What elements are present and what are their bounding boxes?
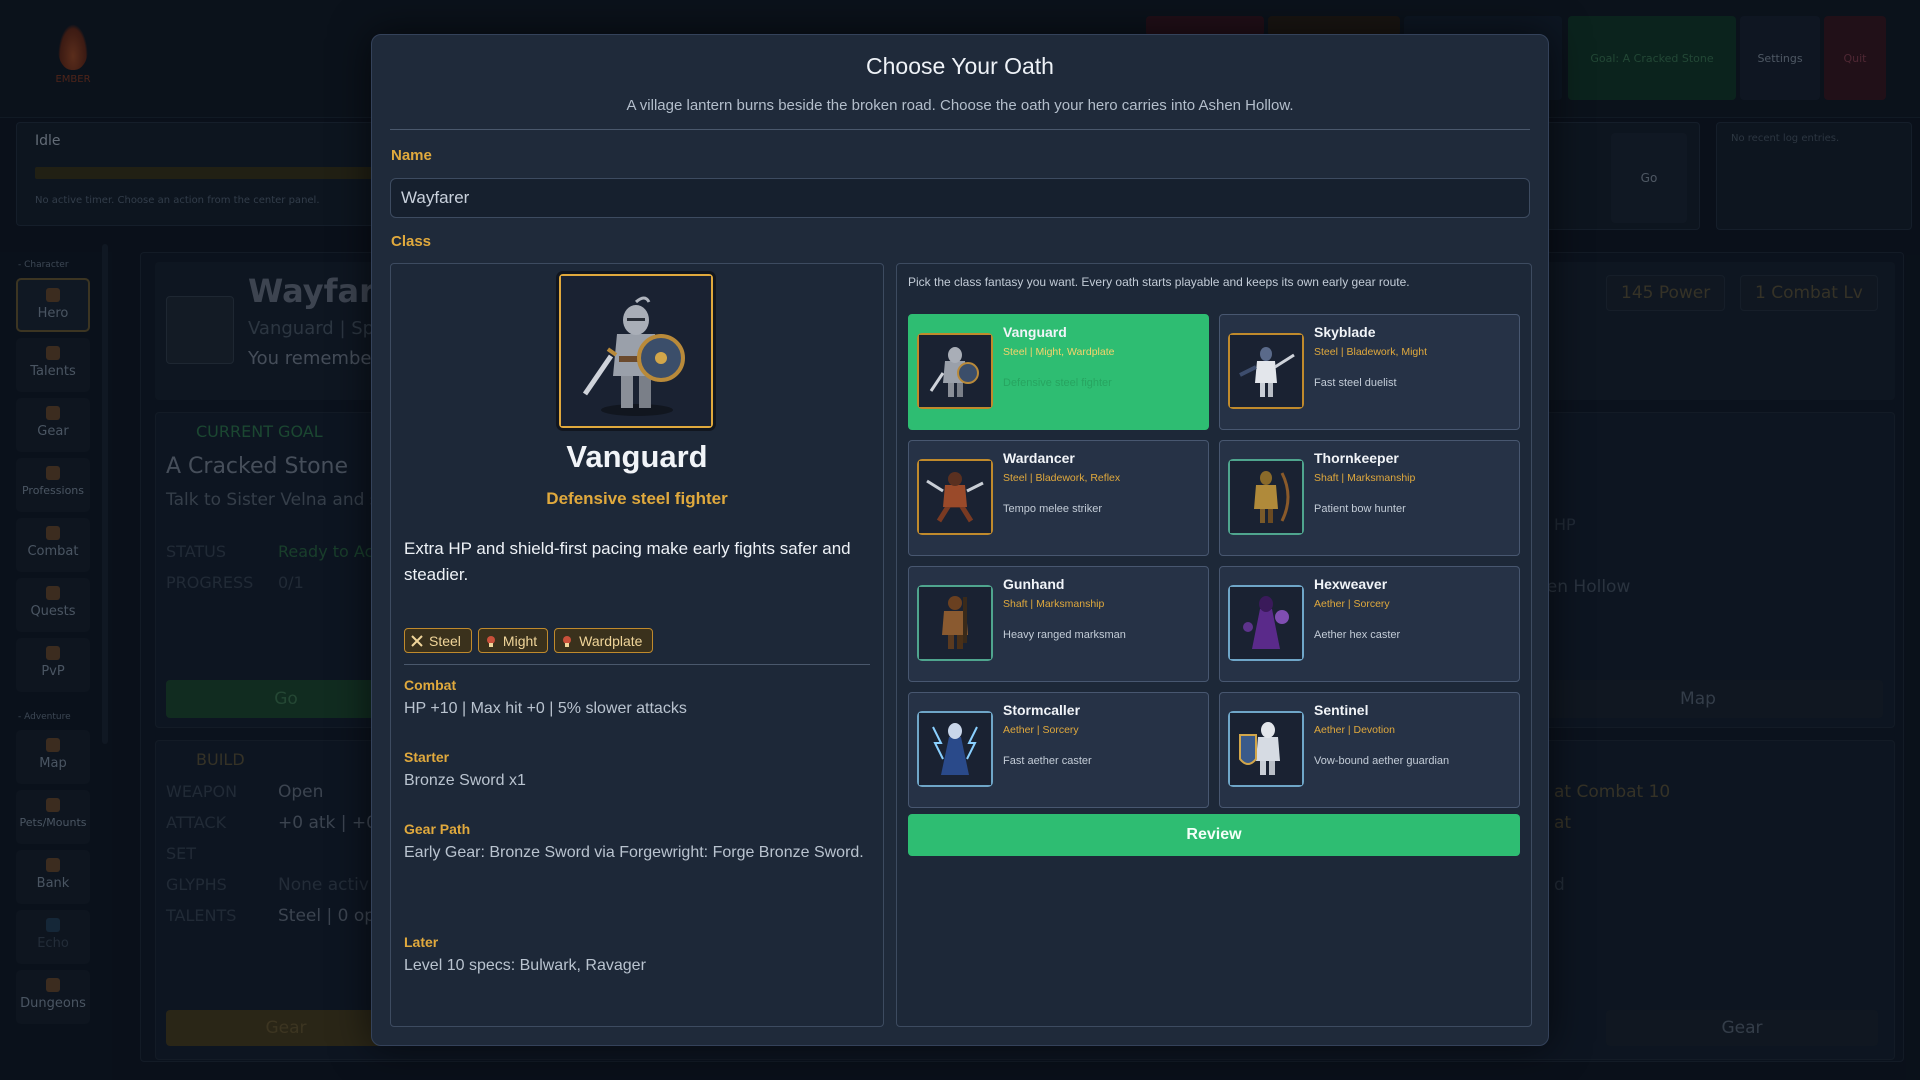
hexweaver-avatar <box>1228 585 1304 661</box>
modal-title: Choose Your Oath <box>866 53 1054 79</box>
class-card-hexweaver[interactable]: Hexweaver Aether | Sorcery Aether hex ca… <box>1219 566 1520 682</box>
class-name: Hexweaver <box>1314 576 1388 592</box>
storm-caster-icon <box>919 713 991 785</box>
chip-steel: Steel <box>404 628 472 653</box>
vanguard-portrait <box>559 274 713 428</box>
class-stats: Steel | Bladework, Reflex <box>1003 472 1121 484</box>
class-name: Stormcaller <box>1003 702 1081 718</box>
class-desc: Patient bow hunter <box>1314 503 1406 515</box>
knight-icon <box>919 335 991 407</box>
chip-might: Might <box>477 628 549 653</box>
class-stats: Shaft | Marksmanship <box>1314 472 1416 484</box>
detail-class-name: Vanguard <box>566 439 708 474</box>
class-stats: Steel | Bladework, Might <box>1314 346 1428 358</box>
name-input[interactable] <box>390 178 1530 218</box>
thornkeeper-avatar <box>1228 459 1304 535</box>
class-card-skyblade[interactable]: Skyblade Steel | Bladework, Might Fast s… <box>1219 314 1520 430</box>
class-detail-panel: Vanguard Defensive steel fighter Extra H… <box>390 263 884 1027</box>
class-name: Vanguard <box>1003 324 1067 340</box>
vanguard-avatar <box>917 333 993 409</box>
marksman-icon <box>919 587 991 659</box>
class-stats: Aether | Sorcery <box>1314 598 1390 610</box>
class-name: Gunhand <box>1003 576 1065 592</box>
name-label: Name <box>391 147 432 164</box>
class-stats: Aether | Devotion <box>1314 724 1395 736</box>
class-name: Sentinel <box>1314 702 1369 718</box>
modal-divider <box>390 129 1530 130</box>
gear-path-heading: Gear Path <box>404 821 471 837</box>
combat-text: HP +10 | Max hit +0 | 5% slower attacks <box>404 700 687 717</box>
class-stats: Steel | Might, Wardplate <box>1003 346 1115 358</box>
wardancer-avatar <box>917 459 993 535</box>
class-desc: Defensive steel fighter <box>1003 377 1112 389</box>
modal-subtitle: A village lantern burns beside the broke… <box>626 97 1294 114</box>
later-text: Level 10 specs: Bulwark, Ravager <box>404 957 646 974</box>
fist-icon <box>486 635 495 647</box>
class-desc: Tempo melee striker <box>1003 503 1103 515</box>
starter-text: Bronze Sword x1 <box>404 772 526 789</box>
skyblade-avatar <box>1228 333 1304 409</box>
hex-caster-icon <box>1230 587 1302 659</box>
class-desc: Heavy ranged marksman <box>1003 629 1126 641</box>
stormcaller-avatar <box>917 711 993 787</box>
class-grid-panel: Pick the class fantasy you want. Every o… <box>896 263 1532 1027</box>
class-stats: Aether | Sorcery <box>1003 724 1079 736</box>
gear-path-text: Early Gear: Bronze Sword via Forgewright… <box>404 844 864 861</box>
class-desc: Fast steel duelist <box>1314 377 1397 389</box>
class-label: Class <box>391 233 432 250</box>
review-button[interactable]: Review <box>908 814 1520 856</box>
class-desc: Aether hex caster <box>1314 629 1401 641</box>
chip-wardplate: Wardplate <box>554 628 654 653</box>
class-card-wardancer[interactable]: Wardancer Steel | Bladework, Reflex Temp… <box>908 440 1209 556</box>
detail-tagline: Defensive steel fighter <box>546 489 728 508</box>
class-card-vanguard[interactable]: Vanguard Steel | Might, Wardplate Defens… <box>908 314 1209 430</box>
combat-heading: Combat <box>404 677 457 693</box>
striker-icon <box>919 461 991 533</box>
class-desc: Vow-bound aether guardian <box>1314 755 1450 767</box>
class-card-stormcaller[interactable]: Stormcaller Aether | Sorcery Fast aether… <box>908 692 1209 808</box>
starter-heading: Starter <box>404 749 450 765</box>
trait-chips: Steel Might Wardplate <box>404 628 654 653</box>
class-name: Thornkeeper <box>1314 450 1399 466</box>
class-name: Wardancer <box>1003 450 1075 466</box>
sentinel-avatar <box>1228 711 1304 787</box>
class-desc: Fast aether caster <box>1003 755 1092 767</box>
class-card-gunhand[interactable]: Gunhand Shaft | Marksmanship Heavy range… <box>908 566 1209 682</box>
class-name: Skyblade <box>1314 324 1376 340</box>
class-card-thornkeeper[interactable]: Thornkeeper Shaft | Marksmanship Patient… <box>1219 440 1520 556</box>
crossed-swords-icon <box>411 634 423 647</box>
choose-oath-modal: Choose Your Oath A village lantern burns… <box>371 34 1549 1046</box>
knight-icon <box>561 276 711 426</box>
grid-intro: Pick the class fantasy you want. Every o… <box>908 275 1410 289</box>
class-card-sentinel[interactable]: Sentinel Aether | Devotion Vow-bound aet… <box>1219 692 1520 808</box>
detail-divider <box>404 664 870 665</box>
chip-label: Wardplate <box>579 632 643 649</box>
duelist-icon <box>1230 335 1302 407</box>
detail-description: Extra HP and shield-first pacing make ea… <box>404 539 851 584</box>
armor-icon <box>563 635 572 647</box>
guardian-icon <box>1230 713 1302 785</box>
later-heading: Later <box>404 934 439 950</box>
chip-label: Might <box>502 632 538 649</box>
archer-icon <box>1230 461 1302 533</box>
gunhand-avatar <box>917 585 993 661</box>
chip-label: Steel <box>429 632 461 649</box>
class-stats: Shaft | Marksmanship <box>1003 598 1105 610</box>
